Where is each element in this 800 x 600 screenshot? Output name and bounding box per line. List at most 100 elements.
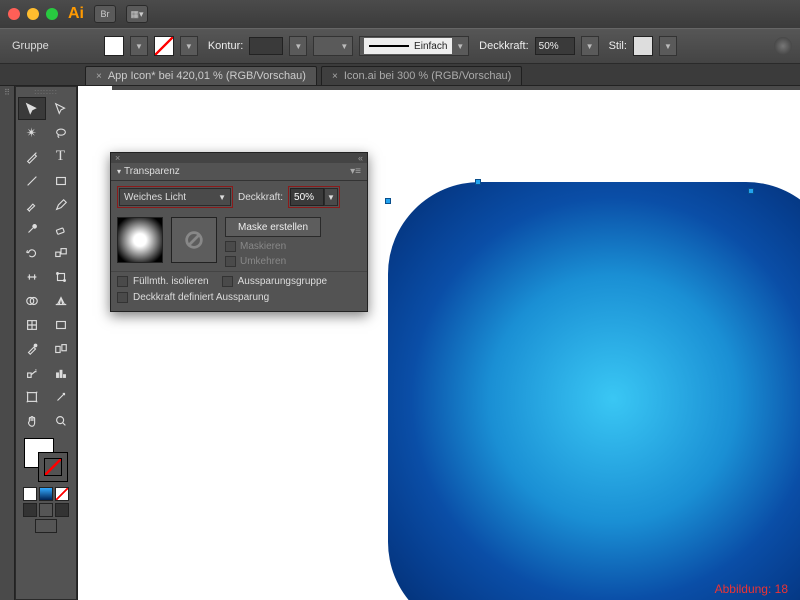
zoom-icon[interactable]	[46, 8, 58, 20]
gradient-tool[interactable]	[47, 313, 75, 336]
panel-opacity-dropdown[interactable]: ▼	[324, 188, 338, 206]
type-tool[interactable]: T	[47, 145, 75, 168]
opacity-highlight: ▼	[288, 186, 340, 208]
clip-checkbox	[225, 241, 236, 252]
screen-mode-row	[35, 519, 57, 533]
opacity-field[interactable]	[535, 37, 575, 55]
perspective-grid-tool[interactable]	[47, 289, 75, 312]
arrange-documents-button[interactable]: ▦▾	[126, 5, 148, 23]
symbol-sprayer-tool[interactable]	[18, 361, 46, 384]
window-titlebar: Ai Br ▦▾	[0, 0, 800, 28]
knockout-checkbox[interactable]	[222, 276, 233, 287]
stroke-swatch[interactable]	[154, 36, 174, 56]
panel-grip[interactable]: ×«	[111, 153, 367, 163]
scale-tool[interactable]	[47, 241, 75, 264]
blend-mode-value: Weiches Licht	[124, 192, 186, 203]
panel-menu-icon[interactable]: ▾≡	[350, 166, 361, 177]
pen-tool[interactable]	[18, 145, 46, 168]
panel-tab-transparency[interactable]: ▾ Transparenz ▾≡	[111, 163, 367, 181]
column-graph-tool[interactable]	[47, 361, 75, 384]
fill-dropdown[interactable]: ▼	[130, 36, 148, 56]
stroke-label: Kontur:	[208, 40, 243, 52]
free-transform-tool[interactable]	[47, 265, 75, 288]
color-mode-gradient[interactable]	[39, 487, 53, 501]
lasso-tool[interactable]	[47, 121, 75, 144]
draw-inside[interactable]	[55, 503, 69, 517]
close-icon[interactable]	[8, 8, 20, 20]
draw-normal[interactable]	[23, 503, 37, 517]
brush-style-label: Einfach	[414, 41, 447, 52]
blend-mode-highlight: Weiches Licht ▼	[117, 186, 233, 208]
style-dropdown[interactable]: ▼	[659, 36, 677, 56]
define-knockout-checkbox[interactable]	[117, 292, 128, 303]
minimize-icon[interactable]	[27, 8, 39, 20]
mask-thumbnail[interactable]	[171, 217, 217, 263]
paintbrush-tool[interactable]	[18, 193, 46, 216]
selection-handle[interactable]	[475, 179, 481, 185]
close-tab-icon[interactable]: ×	[332, 71, 338, 82]
brush-definition-dropdown[interactable]: Einfach ▼	[359, 36, 469, 56]
style-label: Stil:	[609, 40, 627, 52]
stroke-weight-dropdown[interactable]: ▼	[289, 36, 307, 56]
mesh-tool[interactable]	[18, 313, 46, 336]
opacity-label: Deckkraft:	[479, 40, 529, 52]
line-tool[interactable]	[18, 169, 46, 192]
direct-selection-tool[interactable]	[47, 97, 75, 120]
invert-checkbox	[225, 256, 236, 267]
slice-tool[interactable]	[47, 385, 75, 408]
opacity-dropdown[interactable]: ▼	[581, 36, 599, 56]
screen-mode-button[interactable]	[35, 519, 57, 533]
sync-settings-icon[interactable]	[774, 37, 792, 55]
shape-builder-tool[interactable]	[18, 289, 46, 312]
transparency-panel: ×« ▾ Transparenz ▾≡ Weiches Licht ▼ Deck…	[110, 152, 368, 312]
zoom-tool[interactable]	[47, 409, 75, 432]
hand-tool[interactable]	[18, 409, 46, 432]
selection-type-label: Gruppe	[8, 40, 98, 52]
magic-wand-tool[interactable]: ✴	[18, 121, 46, 144]
stroke-weight-field[interactable]	[249, 37, 283, 55]
pencil-tool[interactable]	[47, 193, 75, 216]
isolate-checkbox[interactable]	[117, 276, 128, 287]
tab-label: Icon.ai bei 300 % (RGB/Vorschau)	[344, 70, 512, 82]
blend-tool[interactable]	[47, 337, 75, 360]
variable-width-dropdown[interactable]: ▼	[313, 36, 353, 56]
rectangle-tool[interactable]	[47, 169, 75, 192]
selection-tool[interactable]	[18, 97, 46, 120]
panel-title: Transparenz	[124, 166, 180, 177]
artwork-app-icon[interactable]	[388, 182, 800, 600]
opacity-thumbnail[interactable]	[117, 217, 163, 263]
fill-stroke-control[interactable]	[22, 436, 70, 484]
artboard-tool[interactable]	[18, 385, 46, 408]
app-logo: Ai	[68, 5, 84, 23]
close-panel-icon[interactable]: ×	[115, 153, 120, 163]
isolate-label: Füllmth. isolieren	[133, 276, 209, 287]
eyedropper-tool[interactable]	[18, 337, 46, 360]
selection-handle[interactable]	[748, 188, 754, 194]
eraser-tool[interactable]	[47, 217, 75, 240]
toolbox: :::::::: ✴ T	[15, 86, 77, 600]
make-mask-button[interactable]: Maske erstellen	[225, 217, 321, 237]
dock-strip: ⠿	[0, 86, 15, 600]
panel-opacity-field[interactable]	[290, 188, 324, 206]
width-tool[interactable]	[18, 265, 46, 288]
invert-label: Umkehren	[240, 256, 286, 267]
tab-inactive[interactable]: × Icon.ai bei 300 % (RGB/Vorschau)	[321, 66, 522, 85]
style-swatch[interactable]	[633, 36, 653, 56]
figure-caption: Abbildung: 18	[715, 582, 788, 596]
fill-swatch[interactable]	[104, 36, 124, 56]
knockout-label: Aussparungsgruppe	[238, 276, 328, 287]
rotate-tool[interactable]	[18, 241, 46, 264]
blob-brush-tool[interactable]	[18, 217, 46, 240]
bridge-button[interactable]: Br	[94, 5, 116, 23]
selection-handle[interactable]	[385, 198, 391, 204]
window-traffic-lights	[8, 8, 58, 20]
stroke-dropdown[interactable]: ▼	[180, 36, 198, 56]
color-mode-none[interactable]	[55, 487, 69, 501]
clip-label: Maskieren	[240, 241, 286, 252]
draw-behind[interactable]	[39, 503, 53, 517]
color-mode-solid[interactable]	[23, 487, 37, 501]
tab-active[interactable]: × App Icon* bei 420,01 % (RGB/Vorschau)	[85, 66, 317, 85]
close-tab-icon[interactable]: ×	[96, 71, 102, 82]
draw-mode-row	[23, 503, 69, 517]
blend-mode-dropdown[interactable]: Weiches Licht ▼	[119, 188, 231, 206]
